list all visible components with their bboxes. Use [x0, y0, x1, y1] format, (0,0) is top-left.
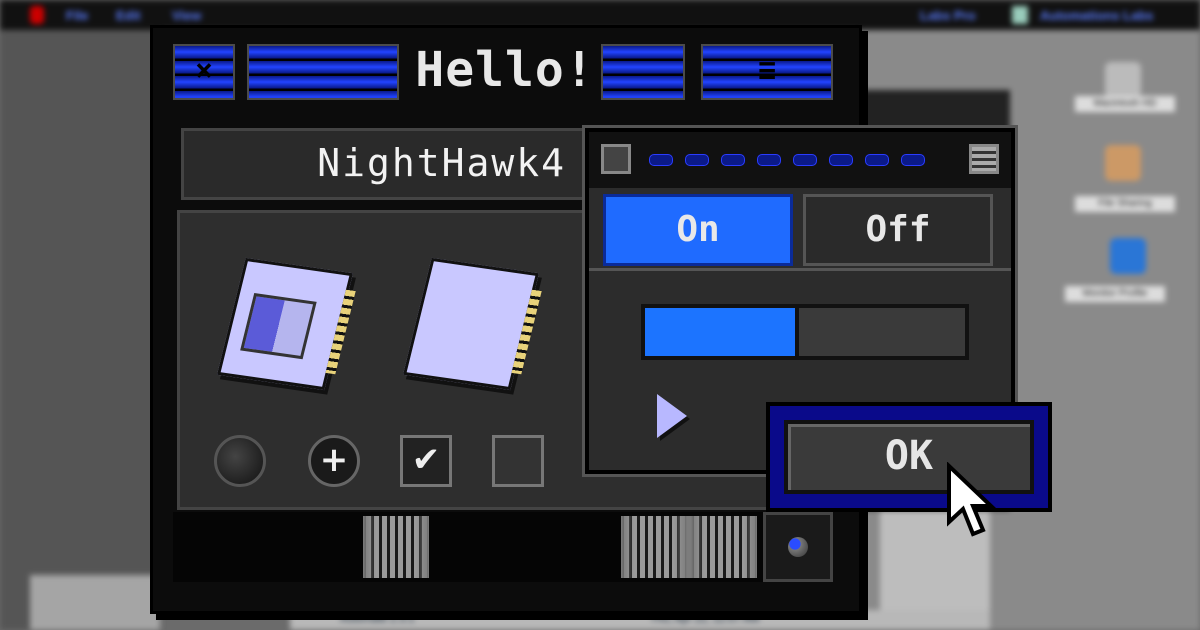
plus-icon: +	[319, 440, 349, 480]
monitor-profile-icon[interactable]	[1110, 238, 1146, 274]
settings-title-bar[interactable]	[589, 132, 1011, 188]
progress-bar	[641, 304, 969, 360]
desktop-icon-label: File Sharing	[1075, 196, 1175, 212]
document-finder-icon[interactable]	[216, 257, 356, 391]
title-bar[interactable]: × Hello! ≡	[153, 28, 859, 120]
window-bottom-bar	[173, 512, 763, 582]
name-field[interactable]: NightHawk4	[181, 128, 591, 200]
spiral-binding	[325, 289, 356, 375]
close-button[interactable]: ×	[173, 44, 235, 100]
ok-button-frame: OK	[766, 402, 1052, 512]
name-field-value: NightHawk4	[317, 141, 566, 185]
resize-box[interactable]	[763, 512, 833, 582]
settings-zoom-button[interactable]	[969, 144, 999, 174]
title-dots	[649, 154, 949, 166]
finder-face-icon	[240, 292, 317, 360]
spiral-binding	[511, 289, 542, 375]
radio-button-plus[interactable]: +	[308, 435, 360, 487]
document-blank-icon[interactable]	[402, 257, 542, 391]
segment-off-button[interactable]: Off	[803, 194, 993, 266]
menu-file[interactable]: File	[66, 8, 88, 23]
window-title: Hello!	[415, 42, 595, 98]
apple-menu-icon[interactable]	[30, 6, 44, 24]
speaker-grille-icon	[691, 516, 757, 578]
desktop-icon-label: Monitor Profile	[1065, 286, 1165, 302]
menu-edit[interactable]: Edit	[116, 8, 141, 23]
collapse-icon: ≡	[757, 53, 777, 88]
title-stripes-right	[601, 44, 685, 100]
segment-on-button[interactable]: On	[603, 194, 793, 266]
status-left-text: Automate 2.3.1	[340, 613, 415, 625]
menu-drive-label[interactable]: Automations Labs	[1040, 8, 1153, 23]
play-arrow-icon[interactable]	[657, 394, 687, 438]
progress-fill	[645, 308, 799, 356]
bg-region	[0, 30, 160, 630]
desktop-icon-label: Macintosh HD	[1075, 96, 1175, 112]
checkbox-unchecked[interactable]	[492, 435, 544, 487]
collapse-button[interactable]: ≡	[701, 44, 833, 100]
file-sharing-icon[interactable]	[1105, 145, 1141, 181]
menu-view[interactable]: View	[172, 8, 201, 23]
drive-chip-icon	[1012, 6, 1028, 24]
hard-drive-icon[interactable]	[1105, 62, 1141, 98]
radio-button-off[interactable]	[214, 435, 266, 487]
menu-app-name[interactable]: Labs Pro	[920, 8, 976, 23]
title-stripes-left	[247, 44, 399, 100]
close-icon: ×	[194, 53, 214, 88]
speaker-grille-icon	[621, 516, 687, 578]
mouse-pointer-icon	[947, 462, 996, 537]
checkmark-icon: ✔	[411, 440, 441, 480]
checkbox-checked[interactable]: ✔	[400, 435, 452, 487]
status-right-text: Thu, Apr 22, 12:07 AM	[650, 613, 760, 625]
settings-close-button[interactable]	[601, 144, 631, 174]
resize-knob-icon	[788, 537, 808, 557]
speaker-grille-icon	[363, 516, 429, 578]
divider	[589, 268, 1011, 271]
bg-region	[30, 575, 160, 630]
